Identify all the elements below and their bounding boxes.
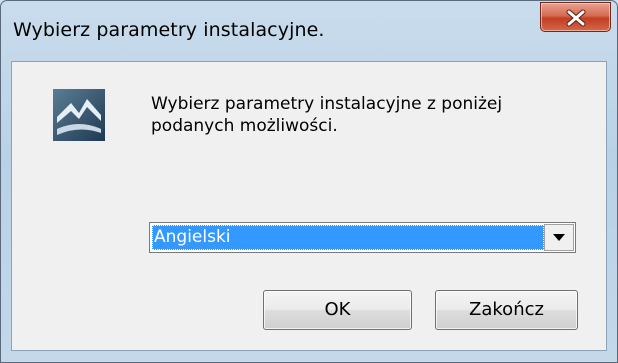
- language-select[interactable]: Angielski: [149, 222, 576, 253]
- installer-app-icon: [53, 89, 105, 141]
- title-bar[interactable]: Wybierz parametry instalacyjne.: [1, 1, 617, 61]
- dialog-client-area: Wybierz parametry instalacyjne z poniżej…: [11, 61, 607, 351]
- window-title: Wybierz parametry instalacyjne.: [13, 19, 325, 41]
- close-button[interactable]: [540, 2, 611, 32]
- close-icon: [566, 9, 586, 27]
- language-select-value[interactable]: Angielski: [152, 225, 544, 250]
- exit-button[interactable]: Zakończ: [435, 290, 578, 330]
- chevron-down-icon: [553, 234, 565, 241]
- instruction-text: Wybierz parametry instalacyjne z poniżej…: [151, 94, 503, 136]
- installer-dialog-window: Wybierz parametry instalacyjne. Wybierz …: [0, 0, 618, 363]
- ok-button[interactable]: OK: [263, 290, 412, 330]
- language-select-dropdown-button[interactable]: [544, 224, 574, 251]
